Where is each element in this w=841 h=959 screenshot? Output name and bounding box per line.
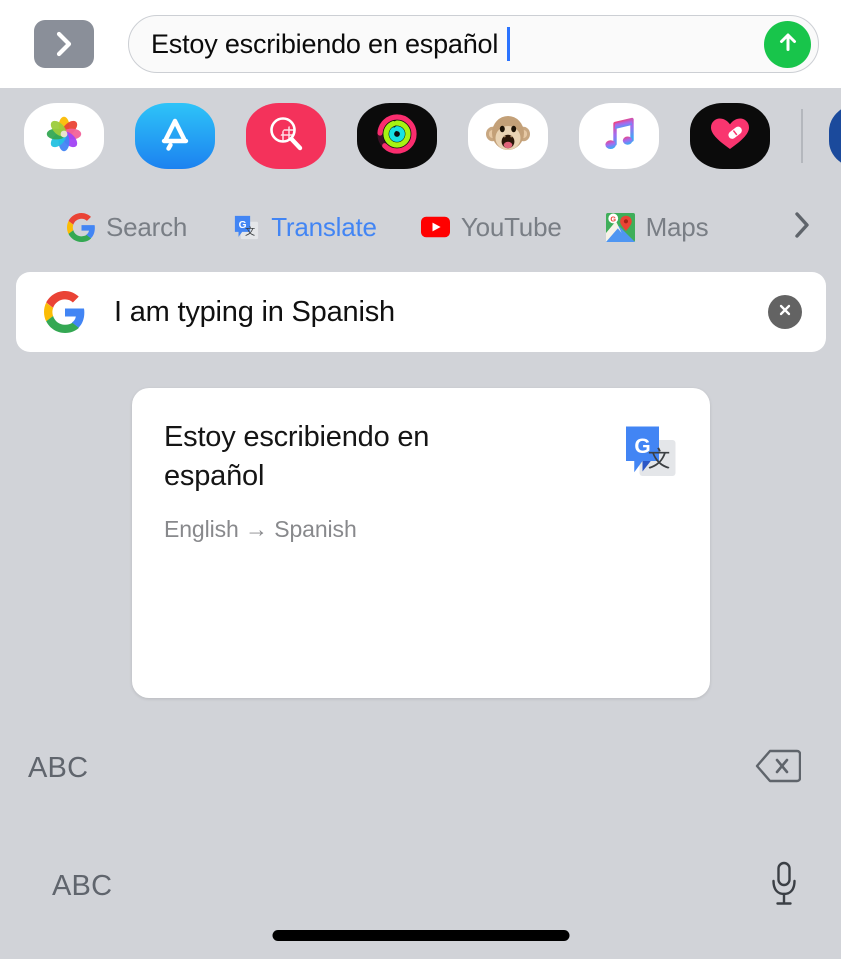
app-icon-activity[interactable] — [357, 103, 437, 169]
service-tab-bar: Search G 文 Translate YouTube G Maps — [0, 196, 841, 258]
search-input-value: I am typing in Spanish — [114, 295, 395, 328]
google-g-icon — [66, 212, 96, 242]
app-store-icon — [153, 112, 197, 161]
clear-search-button[interactable] — [768, 295, 802, 329]
home-indicator — [272, 930, 569, 941]
app-strip-divider — [801, 109, 803, 163]
google-maps-icon: G — [606, 212, 636, 242]
app-icon-music[interactable] — [579, 103, 659, 169]
translation-result-card[interactable]: Estoy escribiendo en español G 文 English… — [132, 388, 710, 698]
tab-search-label: Search — [106, 211, 188, 242]
tab-maps-label: Maps — [645, 211, 709, 242]
monkey-memoji-icon — [484, 111, 532, 162]
app-icon-image-search[interactable] — [246, 103, 326, 169]
youtube-icon — [421, 212, 451, 242]
fitness-heart-icon — [707, 113, 753, 160]
keyboard-row-upper: ABC — [0, 742, 841, 794]
tab-translate-label: Translate — [271, 211, 377, 242]
app-icon-fitness[interactable] — [690, 103, 770, 169]
abc-key-lower[interactable]: ABC — [52, 870, 112, 903]
google-translate-icon: G 文 — [231, 212, 261, 242]
chevron-right-icon — [53, 29, 75, 59]
tab-translate[interactable]: G 文 Translate — [231, 212, 377, 243]
image-search-icon — [263, 111, 309, 162]
google-g-icon — [44, 291, 86, 333]
compose-bar: Estoy escribiendo en español — [0, 0, 841, 88]
microphone-icon — [767, 859, 801, 914]
search-input[interactable]: I am typing in Spanish — [16, 272, 826, 352]
svg-text:文: 文 — [648, 447, 671, 473]
activity-rings-icon — [374, 111, 420, 162]
more-tabs-button[interactable] — [791, 208, 813, 247]
apps-toggle-button[interactable] — [34, 20, 94, 68]
app-icon-photos[interactable] — [24, 103, 104, 169]
arrow-up-icon — [775, 29, 801, 60]
svg-text:文: 文 — [245, 224, 255, 237]
translated-text: Estoy escribiendo en español — [164, 421, 430, 492]
svg-text:G: G — [611, 214, 617, 223]
dictation-key[interactable] — [767, 859, 801, 914]
backspace-icon — [755, 748, 802, 789]
google-translate-icon: G 文 — [620, 422, 680, 482]
tab-maps[interactable]: G Maps — [606, 212, 709, 243]
backspace-key[interactable] — [755, 748, 802, 789]
tab-youtube-label: YouTube — [460, 211, 562, 242]
language-pair: English → Spanish — [164, 516, 357, 542]
message-input-value: Estoy escribiendo en español — [151, 28, 499, 59]
app-icon-app-store[interactable] — [135, 103, 215, 169]
photos-icon — [42, 112, 86, 161]
chevron-right-icon — [791, 208, 813, 247]
phone-screen: Estoy escribiendo en español Search G 文 … — [0, 0, 841, 959]
close-circle-icon — [776, 301, 794, 324]
abc-key-upper[interactable]: ABC — [28, 752, 88, 785]
keyboard-row-lower: ABC — [0, 860, 841, 912]
app-icon-memoji[interactable] — [468, 103, 548, 169]
send-button[interactable] — [764, 20, 811, 68]
message-input[interactable]: Estoy escribiendo en español — [128, 15, 819, 73]
tab-search[interactable]: Search — [66, 212, 187, 243]
text-caret — [507, 27, 511, 61]
result-header: Estoy escribiendo en español G 文 — [164, 418, 680, 496]
tab-youtube[interactable]: YouTube — [421, 212, 562, 243]
music-note-icon — [597, 111, 641, 162]
app-icon-more[interactable]: ☰ — [829, 103, 841, 169]
imessage-app-strip[interactable]: ☰ — [0, 88, 841, 184]
